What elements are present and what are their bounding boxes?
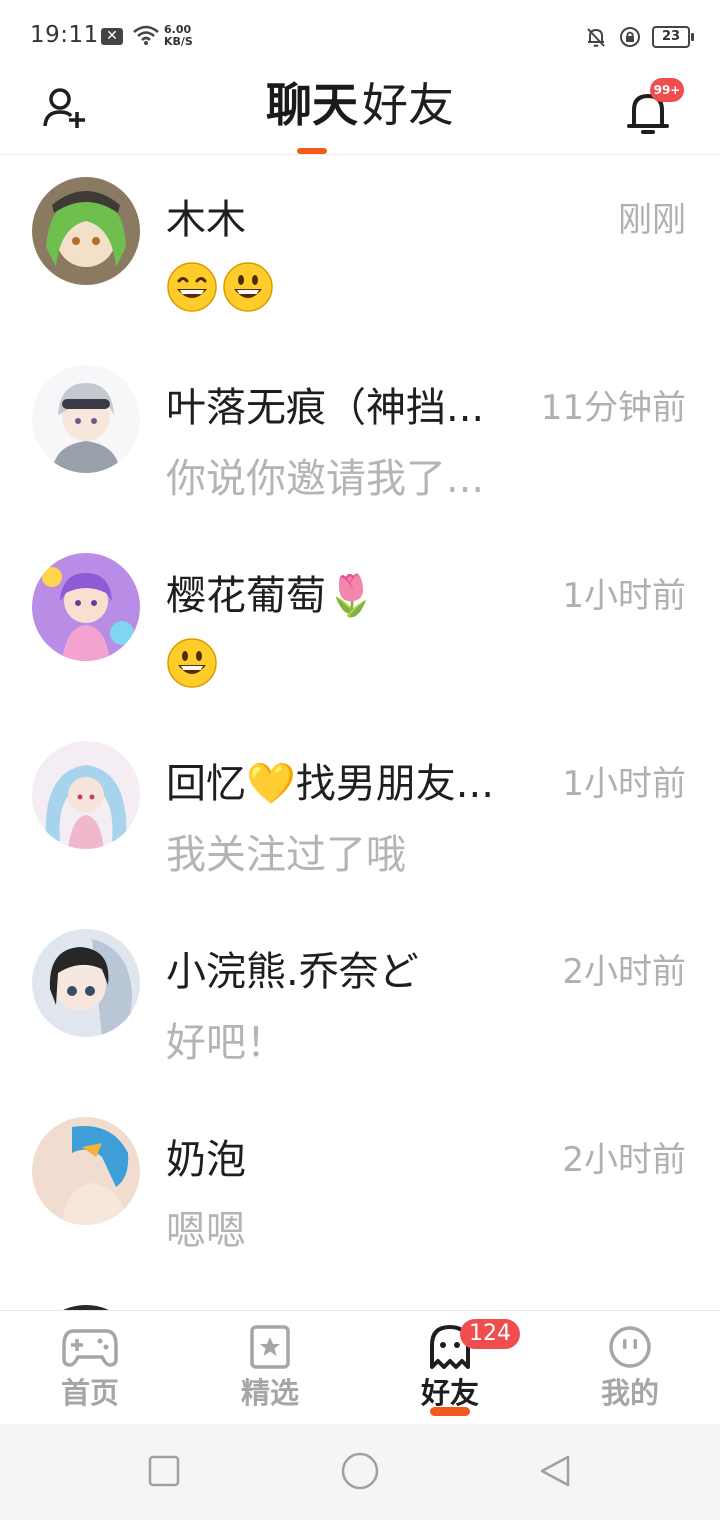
gamepad-icon (62, 1329, 118, 1367)
chat-name: 叶落无痕（神挡... (166, 385, 485, 431)
chat-time: 11分钟前 (540, 388, 686, 428)
network-speed: 6.00 KB/S (164, 24, 193, 48)
avatar (32, 177, 140, 285)
tab-friends[interactable]: 好友 (360, 72, 456, 154)
tab-active-indicator (297, 148, 327, 154)
tab-friends-label: 好友 (362, 78, 454, 132)
message-emojis (166, 261, 274, 313)
chat-message: 你说你邀请我了... (166, 456, 485, 502)
chat-list: 木木 刚刚 叶落无痕（神挡... 11分钟前 你说你邀请我了... 樱花葡萄🌷 … (0, 155, 720, 1310)
status-right-icons: 23 (584, 24, 694, 50)
header-tabs: 聊天 好友 (0, 72, 720, 154)
chat-name: 奶泡 (166, 1137, 246, 1183)
face-icon (609, 1326, 651, 1368)
bottom-nav: 首页 精选 124 好友 我的 (0, 1310, 720, 1425)
system-nav-bar (0, 1424, 720, 1520)
status-bar: 19:11 ✕ 6.00 KB/S 23 (0, 0, 720, 72)
chat-message: 我关注过了哦 (166, 832, 406, 878)
message-emojis (166, 637, 218, 689)
nav-home[interactable]: 首页 (0, 1311, 180, 1425)
star-book-icon (250, 1325, 290, 1369)
notification-button[interactable]: 99+ (624, 78, 684, 138)
bell-muted-icon (587, 28, 605, 47)
nav-featured[interactable]: 精选 (180, 1311, 360, 1425)
chat-item[interactable]: 木木 刚刚 (0, 155, 720, 343)
chat-time: 1小时前 (562, 764, 686, 804)
home-circle-icon[interactable] (340, 1451, 380, 1491)
nav-me-label: 我的 (600, 1376, 659, 1410)
chat-item[interactable]: 小浣熊.乔奈ど 2小时前 好吧！ (0, 907, 720, 1095)
chat-message: 好吧！ (166, 1020, 286, 1066)
chat-item[interactable]: 回忆💛找男朋友... 1小时前 我关注过了哦 (0, 719, 720, 907)
chat-item[interactable]: 叶落无痕（神挡... 11分钟前 你说你邀请我了... (0, 343, 720, 531)
smile-emoji-icon (223, 262, 273, 312)
grin-emoji-icon (167, 262, 217, 312)
avatar (32, 1117, 140, 1225)
avatar (32, 365, 140, 473)
top-header: 聊天 好友 99+ (0, 72, 720, 155)
chat-time: 2小时前 (562, 1140, 686, 1180)
chat-message: 嗯嗯 (166, 1208, 246, 1254)
smile-emoji-icon (167, 638, 217, 688)
nav-me[interactable]: 我的 (540, 1311, 720, 1425)
status-time: 19:11 (30, 22, 99, 48)
chat-name: 回忆💛找男朋友... (166, 761, 494, 807)
battery-icon: 23 (652, 26, 694, 48)
tab-chat[interactable]: 聊天 (264, 72, 360, 154)
wifi-icon (133, 25, 159, 45)
net-speed-unit: KB/S (164, 35, 193, 48)
chat-time: 刚刚 (618, 200, 686, 240)
avatar (32, 553, 140, 661)
nav-friends[interactable]: 124 好友 (360, 1311, 540, 1425)
nav-featured-label: 精选 (240, 1376, 299, 1410)
chat-name: 樱花葡萄🌷 (166, 573, 376, 619)
nav-home-label: 首页 (60, 1376, 119, 1410)
chat-item[interactable]: 奶泡 2小时前 嗯嗯 (0, 1095, 720, 1283)
chat-time: 2小时前 (562, 952, 686, 992)
chat-item[interactable]: 樱花葡萄🌷 1小时前 (0, 531, 720, 719)
recents-square-icon[interactable] (147, 1454, 181, 1488)
notification-x-icon: ✕ (101, 28, 123, 45)
back-triangle-icon[interactable] (538, 1454, 572, 1488)
notification-badge: 99+ (650, 78, 684, 102)
nav-friends-badge: 124 (460, 1319, 520, 1349)
avatar (32, 741, 140, 849)
nav-active-indicator (430, 1407, 470, 1416)
chat-time: 1小时前 (562, 576, 686, 616)
tab-chat-label: 聊天 (266, 78, 358, 132)
avatar (32, 929, 140, 1037)
rotation-lock-icon (620, 27, 640, 47)
chat-name: 小浣熊.乔奈ど (166, 949, 419, 995)
chat-name: 木木 (166, 197, 246, 243)
